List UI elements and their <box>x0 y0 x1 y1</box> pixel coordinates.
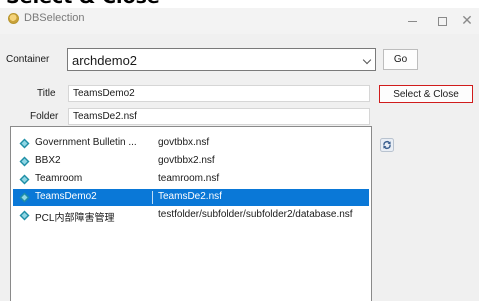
db-file: TeamsDe2.nsf <box>158 191 222 202</box>
database-icon <box>19 156 30 167</box>
db-file: teamroom.nsf <box>158 173 220 184</box>
list-item-selected[interactable]: TeamsDemo2 TeamsDe2.nsf <box>13 189 369 206</box>
chevron-down-icon[interactable] <box>362 55 372 65</box>
db-file: govtbbx.nsf <box>158 137 210 148</box>
database-icon <box>19 210 30 221</box>
list-item[interactable]: Government Bulletin ... govtbbx.nsf <box>13 135 369 152</box>
database-icon <box>19 174 30 185</box>
list-item[interactable]: BBX2 govtbbx2.nsf <box>13 153 369 170</box>
list-item[interactable]: PCL内部障害管理 testfolder/subfolder/subfolder… <box>13 207 369 224</box>
go-button[interactable]: Go <box>383 49 418 70</box>
container-value: archdemo2 <box>72 53 138 68</box>
close-button[interactable]: ✕ <box>445 8 479 34</box>
container-combobox[interactable]: archdemo2 <box>67 48 376 71</box>
select-close-button[interactable]: Select & Close <box>379 85 473 103</box>
database-list[interactable]: Government Bulletin ... govtbbx.nsf BBX2… <box>10 126 372 301</box>
column-separator <box>152 191 153 204</box>
title-value: TeamsDemo2 <box>73 88 135 99</box>
refresh-icon[interactable] <box>380 138 394 152</box>
db-title: TeamsDemo2 <box>35 191 97 202</box>
db-title: BBX2 <box>35 155 61 166</box>
folder-value: TeamsDe2.nsf <box>73 111 137 122</box>
db-title: Teamroom <box>35 173 83 184</box>
database-icon <box>19 138 30 149</box>
container-label: Container <box>6 54 50 65</box>
db-title: Government Bulletin ... <box>35 137 137 148</box>
db-file: testfolder/subfolder/subfolder2/database… <box>158 209 353 220</box>
title-field[interactable]: TeamsDemo2 <box>68 85 370 102</box>
minimize-icon <box>407 20 417 22</box>
window-title: DBSelection <box>24 12 85 24</box>
folder-field[interactable]: TeamsDe2.nsf <box>68 108 370 125</box>
list-item[interactable]: Teamroom teamroom.nsf <box>13 171 369 188</box>
header-strip: Select & Close <box>0 0 479 8</box>
notes-app-icon <box>8 13 19 24</box>
db-file: govtbbx2.nsf <box>158 155 215 166</box>
folder-label: Folder <box>30 111 59 122</box>
db-title: PCL内部障害管理 <box>35 213 115 224</box>
header-text: Select & Close <box>6 0 160 8</box>
database-icon <box>19 192 30 203</box>
title-label: Title <box>37 88 56 99</box>
close-icon: ✕ <box>461 13 473 29</box>
